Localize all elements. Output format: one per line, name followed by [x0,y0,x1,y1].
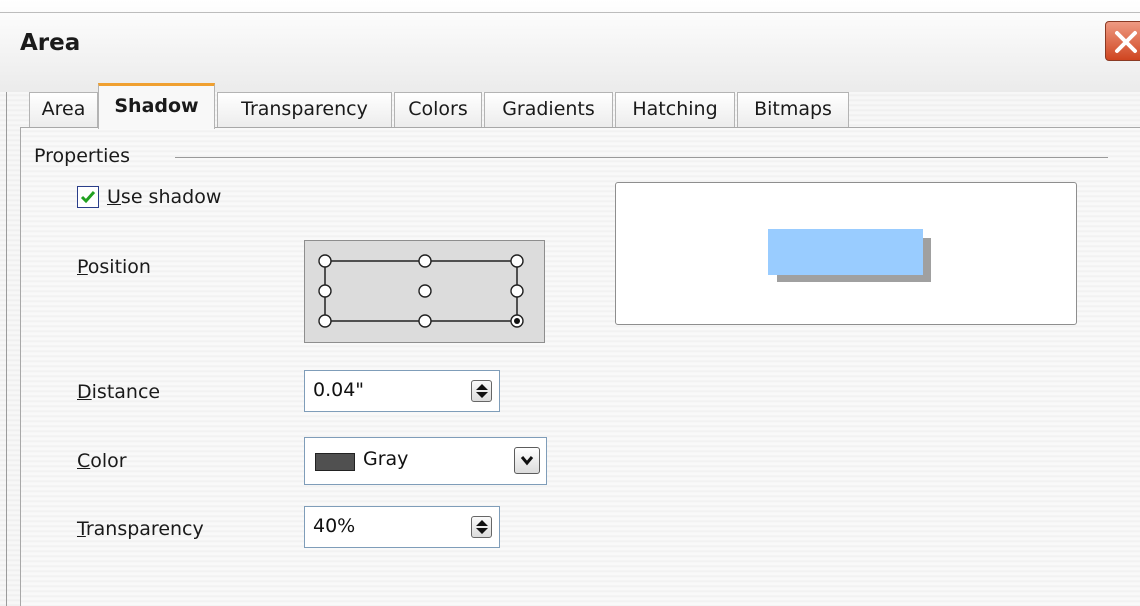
distance-value: 0.04" [313,379,365,401]
shadow-position-selector [304,240,545,343]
tab-label: Shadow [114,95,199,117]
tab-label: Transparency [241,98,368,120]
color-swatch [315,453,355,471]
chevron-down-icon [520,456,534,466]
transparency-label: Transparency [77,518,204,540]
position-radio-top-right[interactable] [510,254,524,268]
color-value: Gray [363,448,409,470]
transparency-spin-button[interactable] [471,516,492,538]
spin-arrows-icon [476,520,488,534]
tab-label: Hatching [632,98,718,120]
tab-bitmaps[interactable]: Bitmaps [737,92,849,127]
title-bar: Area [0,0,1140,92]
tab-colors[interactable]: Colors [394,92,482,127]
position-radio-bottom-left[interactable] [318,314,332,328]
color-label: Color [77,450,127,472]
spin-arrows-icon [476,384,488,398]
tab-label: Bitmaps [754,98,832,120]
close-button[interactable] [1105,21,1140,61]
properties-group-label: Properties [34,145,131,167]
color-dropdown-button[interactable] [514,447,540,474]
transparency-value: 40% [313,515,356,537]
position-radio-center[interactable] [418,284,432,298]
close-icon [1115,31,1137,53]
area-dialog: Area Area Shadow Transparency Colors Gra… [0,0,1140,606]
tab-hatching[interactable]: Hatching [615,92,735,127]
check-icon [80,191,96,204]
tab-area[interactable]: Area [29,92,98,127]
use-shadow-label[interactable]: Use shadow [107,186,221,208]
tab-label: Area [41,98,86,120]
color-dropdown[interactable]: Gray [304,437,547,485]
tab-label: Colors [408,98,468,120]
window-left-border [6,92,7,606]
use-shadow-checkbox[interactable] [77,186,99,208]
distance-spin-button[interactable] [471,380,492,402]
group-divider [175,157,1108,158]
preview-shape [768,229,923,275]
position-radio-bottom-right[interactable] [510,314,524,328]
position-radio-middle-left[interactable] [318,284,332,298]
position-radio-middle-right[interactable] [510,284,524,298]
position-label: Position [77,256,151,278]
window-title: Area [20,30,81,56]
distance-label: Distance [77,381,161,403]
tab-label: Gradients [502,98,595,120]
position-radio-top-left[interactable] [318,254,332,268]
tab-transparency[interactable]: Transparency [217,92,392,127]
window-border [0,12,1140,13]
position-radio-top-center[interactable] [418,254,432,268]
shadow-preview [615,182,1077,325]
position-radio-bottom-center[interactable] [418,314,432,328]
tab-shadow[interactable]: Shadow [98,83,215,129]
tab-gradients[interactable]: Gradients [484,92,613,127]
